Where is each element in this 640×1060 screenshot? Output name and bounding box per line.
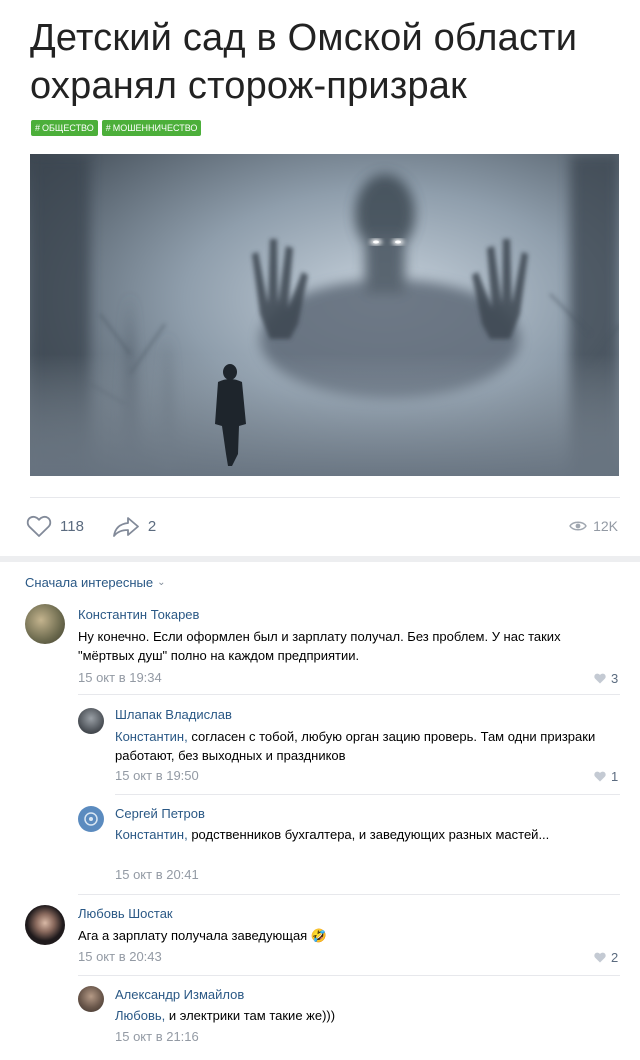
comment-text: Ага а зарплату получала заведующая 🤣	[78, 926, 598, 945]
heart-icon	[594, 952, 606, 963]
section-divider	[0, 556, 640, 562]
tag-obshchestvo[interactable]: # общество	[31, 120, 98, 136]
comment-text: Ну конечно. Если оформлен был и зарплату…	[78, 629, 561, 663]
comment-body: и электрики там такие же)))	[165, 1008, 336, 1023]
comment-body: родственников бухгалтера, и заведующих р…	[187, 827, 550, 842]
comment-divider	[115, 794, 620, 795]
comment-author[interactable]: Сергей Петров	[115, 806, 205, 821]
comment-divider	[78, 694, 620, 695]
rofl-emoji-icon: 🤣	[310, 928, 328, 943]
divider	[30, 497, 620, 498]
post-title: Детский сад в Омской области охранял сто…	[30, 17, 578, 107]
comment-date[interactable]: 15 окт в 20:41	[115, 867, 199, 882]
post-tags: # общество # мошенничество	[31, 120, 202, 136]
views-counter: 12K	[569, 518, 618, 534]
comment-author[interactable]: Александр Измайлов	[115, 987, 244, 1002]
comment-text: Константин, родственников бухгалтера, и …	[115, 825, 585, 844]
post-actions: 118 2	[26, 515, 184, 538]
comment-date[interactable]: 15 окт в 19:50	[115, 768, 199, 783]
reply-mention[interactable]: Константин,	[115, 827, 188, 842]
comment-author[interactable]: Шлапак Владислав	[115, 707, 232, 722]
share-button[interactable]: 2	[112, 516, 156, 538]
heart-icon	[594, 673, 606, 684]
views-count: 12K	[593, 518, 618, 534]
comment-body: Ага а зарплату получала заведующая	[78, 928, 308, 943]
tag-moshennichestvo[interactable]: # мошенничество	[101, 120, 202, 136]
comment-date[interactable]: 15 окт в 19:34	[78, 670, 162, 685]
user-placeholder-icon	[84, 812, 98, 826]
chevron-down-icon: ⌄	[157, 577, 166, 588]
avatar[interactable]	[78, 708, 104, 734]
heart-icon	[26, 515, 52, 537]
heart-icon	[594, 771, 606, 782]
reply-mention[interactable]: Константин,	[115, 729, 188, 744]
avatar[interactable]	[25, 905, 65, 945]
tag-label: мошенничество	[112, 123, 198, 133]
share-icon	[113, 516, 139, 537]
like-count: 118	[60, 518, 84, 535]
comment-like-button[interactable]: 1	[594, 769, 618, 784]
avatar[interactable]	[78, 986, 104, 1012]
comment-text: Любовь, и электрики там такие же)))	[115, 1006, 585, 1025]
comment-date[interactable]: 15 окт в 20:43	[78, 949, 162, 964]
comment-divider	[78, 975, 620, 976]
avatar[interactable]	[25, 604, 65, 644]
comment-author[interactable]: Любовь Шостак	[78, 906, 173, 921]
comment-date[interactable]: 15 окт в 21:16	[115, 1029, 199, 1044]
reply-mention[interactable]: Любовь,	[115, 1008, 165, 1023]
comments-sort-dropdown[interactable]: Сначала интересные ⌄	[25, 575, 166, 590]
comment-like-button[interactable]: 2	[594, 950, 618, 965]
like-button[interactable]: 118	[26, 515, 84, 538]
tag-label: общество	[42, 123, 94, 133]
post-image[interactable]	[30, 154, 619, 476]
sort-label: Сначала интересные	[25, 575, 154, 590]
eye-icon	[569, 521, 587, 531]
comment-like-count: 3	[611, 671, 619, 686]
comment-like-button[interactable]: 3	[594, 671, 618, 686]
comment-author[interactable]: Константин Токарев	[78, 607, 199, 622]
share-count: 2	[147, 518, 157, 535]
avatar[interactable]	[78, 806, 104, 832]
comment-text: Константин, согласен с тобой, любую орга…	[115, 727, 615, 765]
comment-like-count: 1	[611, 769, 619, 784]
comment-body: согласен с тобой, любую орган зацию пров…	[115, 729, 596, 763]
comment-divider	[78, 894, 620, 895]
comment-like-count: 2	[611, 950, 619, 965]
